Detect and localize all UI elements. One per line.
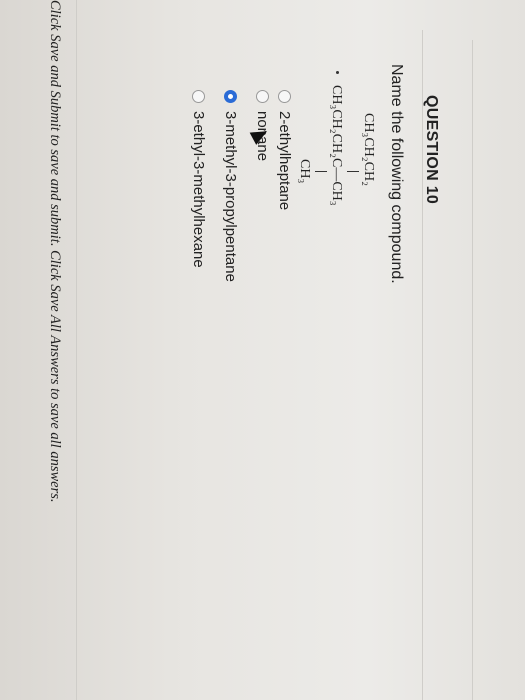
structure-dot	[336, 71, 339, 74]
option-2-ethylheptane[interactable]: 2-ethylheptane	[276, 90, 293, 210]
option-3-ethyl-3-methylhexane[interactable]: 3-ethyl-3-methylhexane	[190, 90, 207, 268]
question-title: QUESTION 10	[423, 95, 440, 205]
radio-button[interactable]	[278, 90, 291, 103]
structure-bottom-sub: CH₃	[297, 159, 312, 184]
structure-bond-bottom	[315, 171, 327, 172]
option-label: 3-ethyl-3-methylhexane	[190, 111, 207, 268]
option-3-methyl-3-propylpentane[interactable]: 3-methyl-3-propylpentane	[222, 90, 239, 282]
structure-top-chain: CH₃CH₂CH₂	[361, 113, 376, 186]
option-label: 2-ethylheptane	[276, 111, 293, 211]
option-label: 3-methyl-3-propylpentane	[222, 111, 239, 282]
structure-main-chain: CH₃CH₂CH₂C—CH₃	[329, 85, 344, 206]
radio-button-selected[interactable]	[224, 90, 237, 103]
quiz-page: QUESTION 10 Name the following compound.…	[0, 0, 525, 700]
footer-divider	[76, 0, 77, 700]
question-prompt: Name the following compound.	[388, 64, 405, 284]
radio-button[interactable]	[256, 90, 269, 103]
photo-backdrop: QUESTION 10 Name the following compound.…	[0, 0, 525, 700]
top-divider	[472, 40, 473, 700]
radio-button[interactable]	[192, 90, 205, 103]
footer-instruction: Click Save and Submit to save and submit…	[47, 0, 63, 503]
structure-bond-top	[347, 171, 359, 172]
